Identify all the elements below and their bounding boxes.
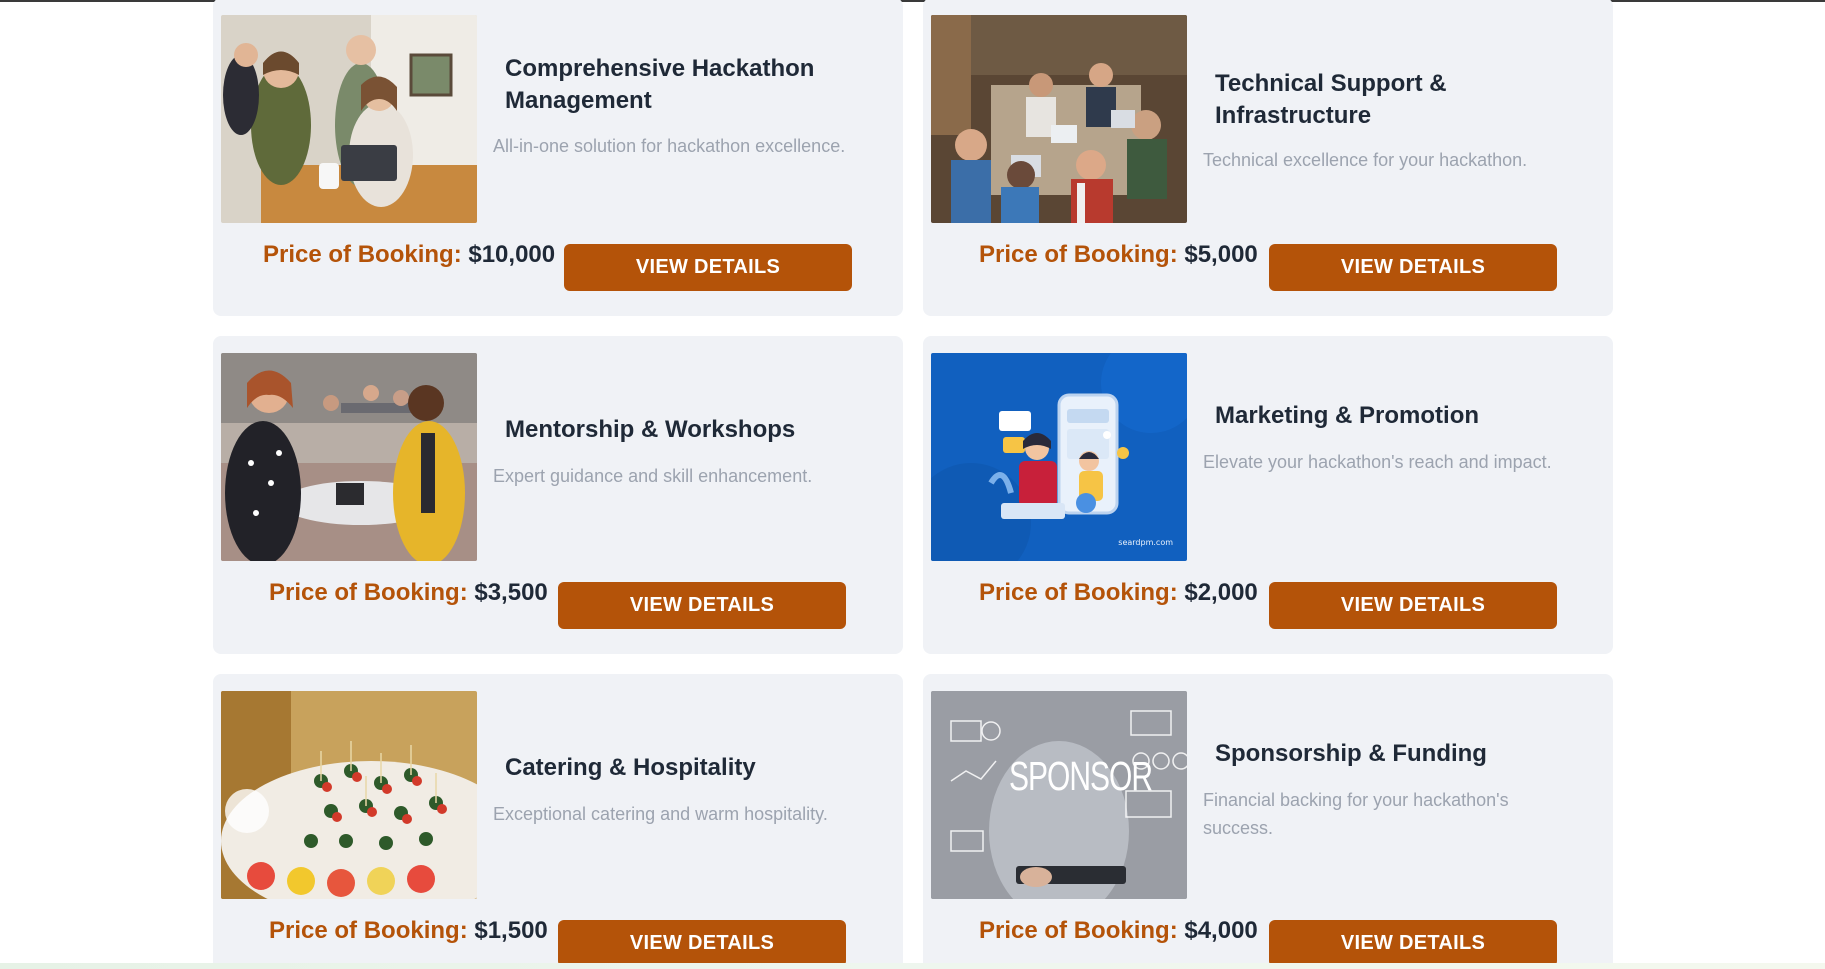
service-title: Mentorship & Workshops bbox=[505, 416, 796, 443]
service-title: Marketing & Promotion bbox=[1215, 402, 1480, 429]
price-label: Price of Booking: bbox=[269, 579, 468, 606]
service-description: Elevate your hackathon's reach and impac… bbox=[1203, 452, 1552, 472]
price-value: $2,000 bbox=[1184, 579, 1258, 606]
service-description: Exceptional catering and warm hospitalit… bbox=[493, 804, 828, 824]
service-card: seardpm.com Marketing & Promotion Elevat… bbox=[923, 336, 1613, 654]
service-image-marketing: seardpm.com bbox=[931, 353, 1187, 561]
price-label: Price of Booking: bbox=[979, 579, 1178, 606]
service-description: All-in-one solution for hackathon excell… bbox=[493, 136, 846, 156]
service-description: Financial backing for your hackathon's s… bbox=[1203, 790, 1509, 838]
view-details-button[interactable]: VIEW DETAILS bbox=[1269, 244, 1557, 291]
price-line: Price of Booking: $4,000 bbox=[979, 917, 1258, 945]
price-label: Price of Booking: bbox=[979, 917, 1178, 944]
price-value: $4,000 bbox=[1184, 917, 1258, 944]
bottom-edge bbox=[0, 963, 1825, 969]
service-image-catering bbox=[221, 691, 477, 899]
service-description: Expert guidance and skill enhancement. bbox=[493, 466, 813, 486]
service-card: Technical Support & Infrastructure Techn… bbox=[923, 0, 1613, 316]
price-line: Price of Booking: $5,000 bbox=[979, 241, 1258, 269]
price-value: $10,000 bbox=[468, 241, 556, 268]
price-label: Price of Booking: bbox=[979, 241, 1178, 268]
price-label: Price of Booking: bbox=[269, 917, 468, 944]
service-image-sponsorship: SPONSOR bbox=[931, 691, 1187, 899]
service-card: Catering & Hospitality Exceptional cater… bbox=[213, 674, 903, 969]
view-details-button[interactable]: VIEW DETAILS bbox=[1269, 920, 1557, 967]
view-details-button[interactable]: VIEW DETAILS bbox=[1269, 582, 1557, 629]
service-title: Sponsorship & Funding bbox=[1215, 740, 1487, 767]
price-line: Price of Booking: $3,500 bbox=[269, 579, 548, 607]
price-value: $3,500 bbox=[474, 579, 548, 606]
price-line: Price of Booking: $1,500 bbox=[269, 917, 548, 945]
service-title: Technical Support & Infrastructure bbox=[1215, 70, 1447, 129]
service-image-mentorship bbox=[221, 353, 477, 561]
view-details-button[interactable]: VIEW DETAILS bbox=[558, 920, 846, 967]
service-card: Mentorship & Workshops Expert guidance a… bbox=[213, 336, 903, 654]
service-title: Comprehensive Hackathon Management bbox=[505, 55, 815, 114]
service-card: Comprehensive Hackathon Management All-i… bbox=[213, 0, 903, 316]
service-image-team bbox=[221, 15, 477, 223]
price-value: $5,000 bbox=[1184, 241, 1258, 268]
view-details-button[interactable]: VIEW DETAILS bbox=[564, 244, 852, 291]
price-label: Price of Booking: bbox=[263, 241, 462, 268]
view-details-button[interactable]: VIEW DETAILS bbox=[558, 582, 846, 629]
price-line: Price of Booking: $2,000 bbox=[979, 579, 1258, 607]
image-caption-sponsor: SPONSOR bbox=[1009, 755, 1153, 800]
service-title: Catering & Hospitality bbox=[505, 754, 756, 781]
service-image-hackathon-room bbox=[931, 15, 1187, 223]
price-line: Price of Booking: $10,000 bbox=[263, 241, 555, 269]
image-watermark: seardpm.com bbox=[1118, 538, 1173, 547]
price-value: $1,500 bbox=[474, 917, 548, 944]
service-description: Technical excellence for your hackathon. bbox=[1203, 150, 1528, 170]
service-card: SPONSOR Sponsorship & Funding Financial … bbox=[923, 674, 1613, 969]
services-grid: Comprehensive Hackathon Management All-i… bbox=[213, 0, 1613, 969]
